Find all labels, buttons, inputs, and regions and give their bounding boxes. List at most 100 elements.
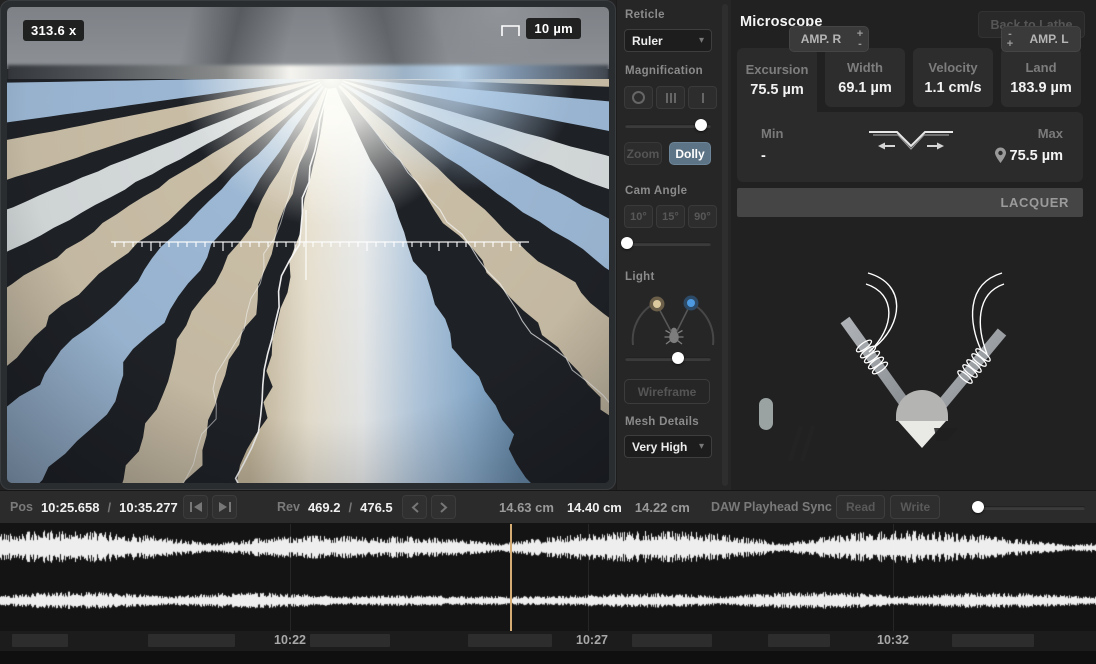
stat-tab-width[interactable]: Width 69.1 µm <box>825 48 905 107</box>
dolly-mode-button[interactable]: Dolly <box>669 142 711 165</box>
timeline-region-block[interactable] <box>310 634 390 647</box>
cam-angle-15-button[interactable]: 15° <box>656 205 685 228</box>
pos-label: Pos <box>10 500 33 514</box>
mesh-details-dropdown-value: Very High <box>632 440 687 454</box>
timeline-scroll-strip[interactable] <box>0 651 1096 664</box>
chevron-left-icon <box>411 502 419 513</box>
timeline-gridline <box>290 524 291 631</box>
daw-read-button[interactable]: Read <box>836 495 885 519</box>
pos-total: 10:35.277 <box>119 500 178 515</box>
lacquer-label: LACQUER <box>1001 195 1069 210</box>
cam-angle-10-button[interactable]: 10° <box>624 205 653 228</box>
microscope-panel: Microscope Back to Lathe Excursion 75.5 … <box>731 0 1096 490</box>
light-slider[interactable] <box>625 352 711 364</box>
daw-sync-slider[interactable] <box>972 501 1085 513</box>
timeline-time-label: 10:32 <box>877 633 909 647</box>
light-slider-knob[interactable] <box>672 352 684 364</box>
stat-tab-land[interactable]: Land 183.9 µm <box>1001 48 1081 107</box>
waveform-display[interactable] <box>0 524 1096 631</box>
stylus-shadow <box>934 428 958 441</box>
blue-light-knob[interactable] <box>684 296 699 311</box>
chevron-right-icon <box>440 502 448 513</box>
timeline-region-block[interactable] <box>12 634 68 647</box>
min-value: - <box>761 148 766 164</box>
skip-to-start-button[interactable] <box>183 495 208 519</box>
groove-cross-section-icon <box>865 124 957 156</box>
excursion-range-panel: Min - Max 75.5 µm <box>737 112 1083 182</box>
timeline-region-block[interactable] <box>952 634 1034 647</box>
stat-tab-velocity[interactable]: Velocity 1.1 cm/s <box>913 48 993 107</box>
mesh-details-dropdown[interactable]: Very High ▾ <box>624 435 712 458</box>
circle-lens-icon <box>632 91 645 104</box>
light-section-label: Light <box>625 271 655 283</box>
timeline-region-block[interactable] <box>632 634 712 647</box>
timeline-region-block[interactable] <box>768 634 830 647</box>
zoom-mode-button[interactable]: Zoom <box>624 142 662 165</box>
cam-angle-slider[interactable] <box>625 237 711 249</box>
reticle-dropdown-value: Ruler <box>632 34 663 48</box>
feedscrew-pin <box>759 398 773 430</box>
cam-angle-section-label: Cam Angle <box>625 185 687 197</box>
groove-3d-viewport[interactable]: 313.6 x 10 µm <box>0 0 616 490</box>
lacquer-surface: LACQUER <box>737 188 1083 217</box>
stat-tab-excursion[interactable]: Excursion 75.5 µm <box>737 48 817 112</box>
timeline-region-block[interactable] <box>468 634 552 647</box>
reticle-dropdown[interactable]: Ruler ▾ <box>624 29 712 52</box>
bug-icon <box>665 328 684 344</box>
radius-outer: 14.63 cm <box>499 500 554 515</box>
cam-angle-slider-knob[interactable] <box>621 237 633 249</box>
cutter-head-diagram <box>731 240 1096 470</box>
view-controls-panel: Reticle Ruler ▾ Magnification Zoom Dolly… <box>616 0 731 490</box>
lens-triple-bar-button[interactable] <box>656 86 685 109</box>
magnification-slider-knob[interactable] <box>695 119 707 131</box>
amp-right-button[interactable]: AMP. R +- <box>789 26 869 52</box>
daw-slider-knob[interactable] <box>972 501 984 513</box>
skip-to-end-button[interactable] <box>212 495 237 519</box>
magnification-section-label: Magnification <box>625 65 703 77</box>
timeline-gridline <box>893 524 894 631</box>
cam-angle-90-button[interactable]: 90° <box>688 205 717 228</box>
rev-total: 476.5 <box>360 500 393 515</box>
controls-scrollbar[interactable] <box>722 4 728 486</box>
lens-circle-button[interactable] <box>624 86 653 109</box>
minus-sign: - <box>858 39 862 49</box>
timeline-time-label: 10:22 <box>274 633 306 647</box>
timeline-time-label: 10:27 <box>576 633 608 647</box>
daw-write-button[interactable]: Write <box>890 495 940 519</box>
pos-current: 10:25.658 <box>41 500 100 515</box>
app-window: 313.6 x 10 µm Reticle Ruler ▾ Magnificat… <box>0 0 1096 664</box>
radius-current: 14.40 cm <box>567 500 622 515</box>
skip-start-icon <box>190 502 202 512</box>
timeline-region-block[interactable] <box>148 634 235 647</box>
max-value: 75.5 µm <box>1010 148 1064 164</box>
skip-end-icon <box>219 502 231 512</box>
mesh-details-section-label: Mesh Details <box>625 416 699 428</box>
playhead[interactable] <box>510 524 512 631</box>
groove-fan-graphic <box>7 7 609 483</box>
light-position-widget[interactable] <box>627 287 719 349</box>
previous-rev-button[interactable] <box>402 495 427 519</box>
chevron-down-icon: ▾ <box>699 35 704 46</box>
lacquer-slashes <box>790 426 813 461</box>
reticle-section-label: Reticle <box>625 9 665 21</box>
rev-label: Rev <box>277 500 300 514</box>
timeline-gridline <box>588 524 589 631</box>
amp-left-button[interactable]: -+ AMP. L <box>1001 26 1081 52</box>
bars-icon <box>666 93 668 103</box>
lens-single-bar-button[interactable] <box>688 86 717 109</box>
radius-inner: 14.22 cm <box>635 500 690 515</box>
groove-3d-render[interactable]: 313.6 x 10 µm <box>7 7 609 483</box>
plus-sign: + <box>1007 39 1013 49</box>
scale-badge: 10 µm <box>526 18 581 39</box>
scale-bracket-icon <box>501 24 521 37</box>
chevron-down-icon: ▾ <box>699 441 704 452</box>
rev-current: 469.2 <box>308 500 341 515</box>
transport-bar: Pos 10:25.658 / 10:35.277 Rev 469.2 / 47… <box>0 490 1096 524</box>
warm-light-knob[interactable] <box>650 297 665 312</box>
daw-sync-label: DAW Playhead Sync <box>711 500 832 514</box>
waveform-canvas <box>0 524 1096 631</box>
timeline-ruler[interactable]: 10:22 10:27 10:32 <box>0 631 1096 651</box>
next-rev-button[interactable] <box>431 495 456 519</box>
wireframe-toggle-button[interactable]: Wireframe <box>624 379 710 404</box>
magnification-slider[interactable] <box>625 119 711 131</box>
